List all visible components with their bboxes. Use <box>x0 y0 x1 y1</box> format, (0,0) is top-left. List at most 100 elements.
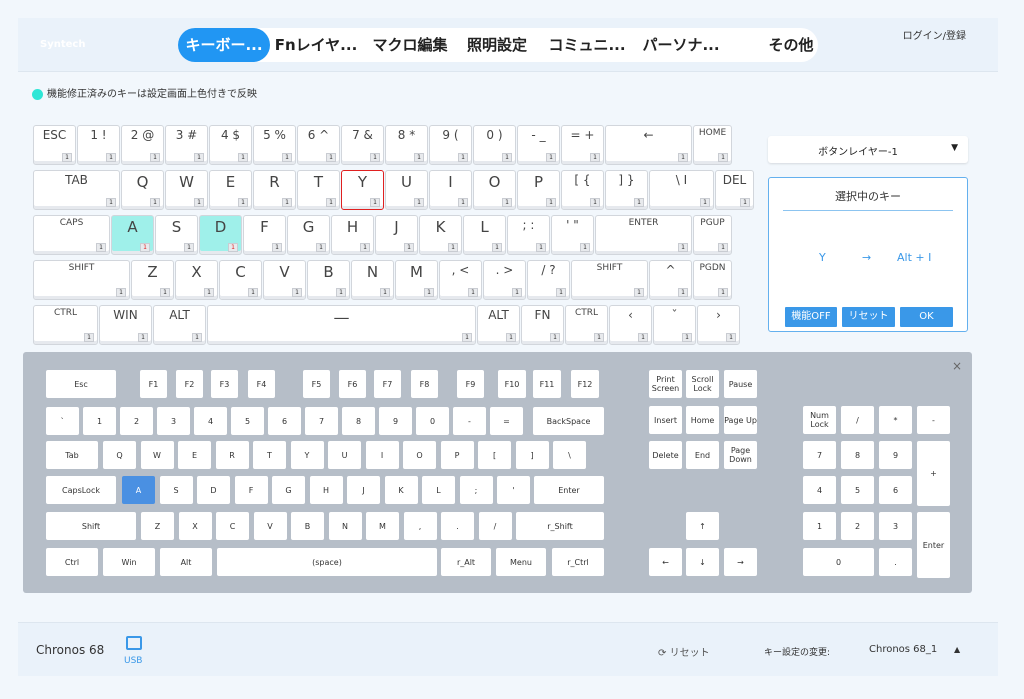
key-esc-r0[interactable]: ESC 1 <box>33 125 76 165</box>
vkey-num-lock[interactable]: Num Lock <box>803 406 836 434</box>
vkey-sym[interactable]: ↑ <box>686 512 719 540</box>
key-f-r2[interactable]: F1 <box>243 215 286 255</box>
vkey-a[interactable]: A <box>122 476 155 504</box>
vkey-sym[interactable]: . <box>879 548 912 576</box>
vkey-enter[interactable]: Enter <box>917 512 950 578</box>
vkey-p[interactable]: P <box>440 441 474 469</box>
vkey-sym[interactable]: , <box>403 512 437 540</box>
key-p-r1[interactable]: P1 <box>517 170 560 210</box>
vkey-3[interactable]: 3 <box>157 407 190 435</box>
vkey-0[interactable]: 0 <box>416 407 449 435</box>
key-del-r1[interactable]: DEL 1 <box>715 170 754 210</box>
key-alt-r4[interactable]: ALT 1 <box>477 305 520 345</box>
vkey-sym[interactable]: - <box>917 406 950 434</box>
vkey-f4[interactable]: F4 <box>248 370 275 398</box>
vkey-sym[interactable]: [ <box>478 441 511 469</box>
vkey-capslock[interactable]: CapsLock <box>46 476 116 504</box>
key-q-r1[interactable]: Q1 <box>121 170 164 210</box>
key-pgup-r2[interactable]: PGUP 1 <box>693 215 732 255</box>
vkey-4[interactable]: 4 <box>194 407 227 435</box>
key-sym-r0[interactable]: ← 1 <box>605 125 692 165</box>
vkey-s[interactable]: S <box>159 476 193 504</box>
function-off-button[interactable]: 機能OFF <box>785 307 837 327</box>
vkey-sym[interactable]: ' <box>497 476 530 504</box>
vkey-sym[interactable]: ↓ <box>686 548 719 576</box>
vkey-b[interactable]: B <box>291 512 324 540</box>
vkey-9[interactable]: 9 <box>379 407 412 435</box>
key-sym-r4[interactable]: ‹ 1 <box>609 305 652 345</box>
vkey-enter[interactable]: Enter <box>534 476 604 504</box>
vkey-esc[interactable]: Esc <box>46 370 116 398</box>
key-j-r2[interactable]: J1 <box>375 215 418 255</box>
key-fn-r4[interactable]: FN 1 <box>521 305 564 345</box>
key-4-r0[interactable]: 4 $ 1 <box>209 125 252 165</box>
vkey-r-alt[interactable]: r_Alt <box>441 548 491 576</box>
vkey-f5[interactable]: F5 <box>303 370 330 398</box>
vkey-5[interactable]: 5 <box>841 476 874 504</box>
vkey-x[interactable]: X <box>178 512 212 540</box>
vkey-page-down[interactable]: Page Down <box>724 441 757 469</box>
key-3-r0[interactable]: 3 # 1 <box>165 125 208 165</box>
key-tab-r1[interactable]: TAB 1 <box>33 170 120 210</box>
vkey-print-screen[interactable]: Print Screen <box>649 370 682 398</box>
key-1-r0[interactable]: 1 ! 1 <box>77 125 120 165</box>
vkey-l[interactable]: L <box>422 476 455 504</box>
vkey-k[interactable]: K <box>384 476 418 504</box>
key-home-r0[interactable]: HOME 1 <box>693 125 732 165</box>
vkey-6[interactable]: 6 <box>879 476 912 504</box>
vkey-m[interactable]: M <box>366 512 399 540</box>
vkey-r-shift[interactable]: r_Shift <box>516 512 604 540</box>
vkey-t[interactable]: T <box>253 441 286 469</box>
vkey-1[interactable]: 1 <box>803 512 836 540</box>
key-0-r0[interactable]: 0 ) 1 <box>473 125 516 165</box>
vkey-f7[interactable]: F7 <box>374 370 401 398</box>
vkey-sym[interactable]: . <box>441 512 474 540</box>
vkey-9[interactable]: 9 <box>879 441 912 469</box>
vkey-8[interactable]: 8 <box>342 407 375 435</box>
vkey-sym[interactable]: ] <box>515 441 549 469</box>
vkey-7[interactable]: 7 <box>803 441 836 469</box>
vkey-r-ctrl[interactable]: r_Ctrl <box>552 548 604 576</box>
vkey-f8[interactable]: F8 <box>411 370 438 398</box>
vkey-c[interactable]: C <box>216 512 249 540</box>
vkey-n[interactable]: N <box>328 512 362 540</box>
vkey-7[interactable]: 7 <box>305 407 338 435</box>
vkey-pause[interactable]: Pause <box>724 370 757 398</box>
key-sym-r3[interactable]: . > 1 <box>483 260 526 300</box>
vkey-sym[interactable]: + <box>917 441 950 506</box>
vkey-sym[interactable]: / <box>478 512 512 540</box>
key-l-r2[interactable]: L1 <box>463 215 506 255</box>
login-register-link[interactable]: ログイン/登録 <box>903 27 966 42</box>
key-c-r3[interactable]: C1 <box>219 260 262 300</box>
tab-fn-layer[interactable]: Fnレイヤ... <box>272 28 360 62</box>
vkey-tab[interactable]: Tab <box>46 441 98 469</box>
vkey-f11[interactable]: F11 <box>533 370 561 398</box>
key-6-r0[interactable]: 6 ^ 1 <box>297 125 340 165</box>
close-icon[interactable]: × <box>952 359 962 373</box>
key-9-r0[interactable]: 9 (1 <box>429 125 472 165</box>
key-sym-r2[interactable]: ' " 1 <box>551 215 594 255</box>
vkey-f9[interactable]: F9 <box>457 370 484 398</box>
tab-macro-edit[interactable]: マクロ編集 <box>366 28 454 62</box>
profile-select[interactable]: Chronos 68_1 <box>869 644 937 655</box>
vkey-f12[interactable]: F12 <box>571 370 599 398</box>
vkey-sym[interactable]: → <box>724 548 757 576</box>
key-5-r0[interactable]: 5 % 1 <box>253 125 296 165</box>
key-k-r2[interactable]: K1 <box>419 215 462 255</box>
vkey-j[interactable]: J <box>347 476 380 504</box>
vkey-f1[interactable]: F1 <box>140 370 167 398</box>
vkey-sym[interactable]: ; <box>459 476 493 504</box>
key-h-r2[interactable]: H1 <box>331 215 374 255</box>
key-win-r4[interactable]: WIN 1 <box>99 305 152 345</box>
vkey-f10[interactable]: F10 <box>498 370 526 398</box>
vkey-sym[interactable]: ` <box>46 407 79 435</box>
vkey-sym[interactable]: = <box>490 407 523 435</box>
vkey-sym[interactable]: - <box>453 407 486 435</box>
vkey-backspace[interactable]: BackSpace <box>533 407 604 435</box>
vkey-1[interactable]: 1 <box>83 407 116 435</box>
layer-select-dropdown[interactable]: ボタンレイヤー-1 ▼ <box>768 136 968 163</box>
key-z-r3[interactable]: Z1 <box>131 260 174 300</box>
key-7-r0[interactable]: 7 & 1 <box>341 125 384 165</box>
caret-up-icon[interactable]: ▲ <box>954 645 960 654</box>
key-y-r1[interactable]: Y1 <box>341 170 384 210</box>
